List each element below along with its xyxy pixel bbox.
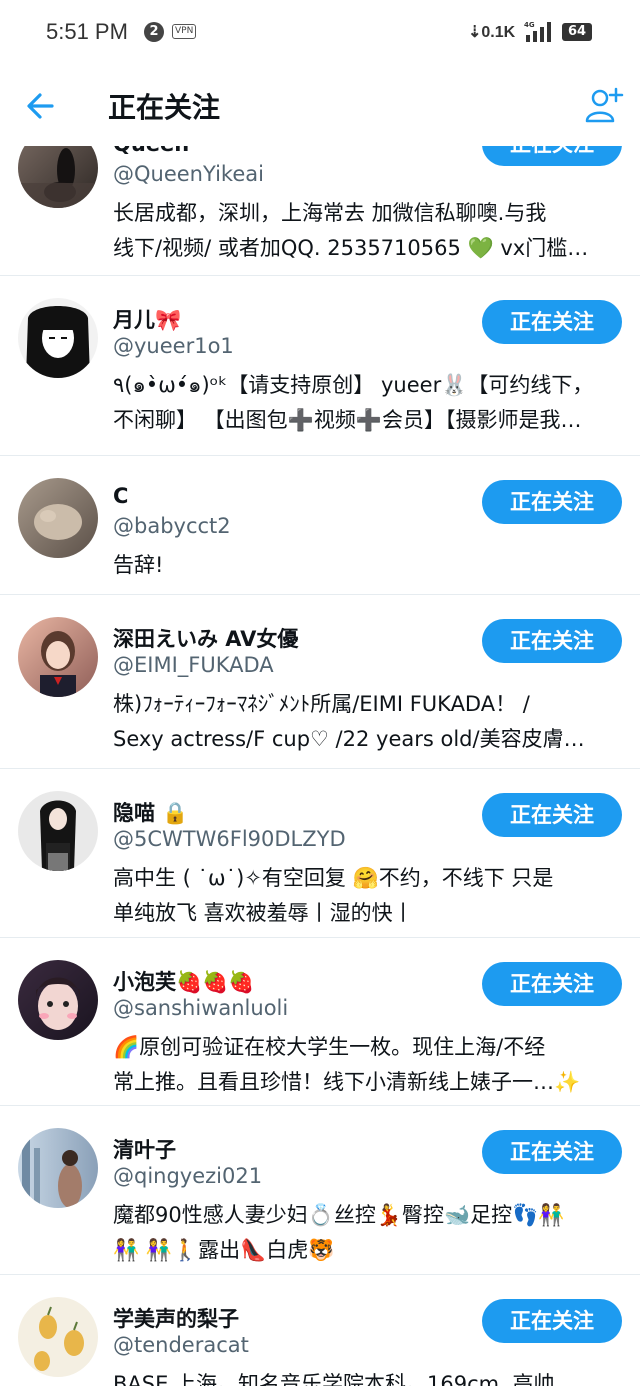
bio-line: 告辞! [113, 553, 164, 577]
bio-line: BASE 上海。知名音乐学院本科。169cm. 高帅 [113, 1372, 555, 1386]
user-handle[interactable]: @QueenYikeai [113, 162, 264, 186]
avatar[interactable] [18, 478, 98, 558]
avatar[interactable] [18, 617, 98, 697]
following-button[interactable]: 正在关注 [482, 619, 622, 663]
following-list[interactable]: Queen @QueenYikeai 长居成都，深圳，上海常去 加微信私聊噢.与… [0, 146, 640, 1386]
avatar[interactable] [18, 791, 98, 871]
user-name[interactable]: 学美声的梨子 [113, 1303, 239, 1333]
status-bar: 5:51 PM 2 VPN ⇣0.1K 4G 64 [0, 0, 640, 64]
user-bio: 魔都90性感人妻少妇💍丝控💃臀控🐋足控👣👫 👫 👫🚶露出👠白虎🐯 [113, 1198, 623, 1268]
page-title: 正在关注 [108, 91, 221, 124]
user-name[interactable]: C [113, 484, 128, 508]
avatar[interactable] [18, 1128, 98, 1208]
avatar[interactable] [18, 298, 98, 378]
bio-line: ٩(๑•̀ω•́๑)ᵒᵏ【请支持原创】 yueer🐰【可约线下， [113, 373, 594, 397]
status-time: 5:51 PM [46, 19, 128, 44]
user-bio: 告辞! [113, 548, 623, 583]
following-button[interactable]: 正在关注 [482, 480, 622, 524]
bio-line: 线下/视频/ 或者加QQ. 2535710565 💚 vx门槛… [113, 236, 589, 260]
user-handle[interactable]: @sanshiwanluoli [113, 996, 288, 1020]
user-name[interactable]: 清叶子 [113, 1134, 176, 1164]
user-bio: 株)ﾌｫｰﾃｨｰﾌｫｰﾏﾈｼﾞﾒﾝﾄ所属/EIMI FUKADA！ / Sexy… [113, 687, 623, 757]
user-handle[interactable]: @tenderacat [113, 1333, 249, 1357]
notification-count-badge: 2 [144, 22, 164, 42]
bio-line: 🌈原创可验证在校大学生一枚。现住上海/不经 [113, 1035, 546, 1059]
following-button[interactable]: 正在关注 [482, 146, 622, 166]
user-handle[interactable]: @babycct2 [113, 514, 231, 538]
user-name[interactable]: 隐喵 🔒 [113, 797, 188, 827]
user-handle[interactable]: @5CWTW6Fl90DLZYD [113, 827, 346, 851]
following-button[interactable]: 正在关注 [482, 300, 622, 344]
user-bio: 高中生 ( ˙ω˙)✧有空回复 🤗不约，不线下 只是 单纯放飞 喜欢被羞辱丨湿的… [113, 861, 623, 931]
user-bio: 🌈原创可验证在校大学生一枚。现住上海/不经 常上推。且看且珍惜！线下小清新线上婊… [113, 1030, 623, 1100]
user-handle[interactable]: @EIMI_FUKADA [113, 653, 274, 677]
battery-icon: 64 [562, 23, 592, 41]
user-handle[interactable]: @yueer1o1 [113, 334, 234, 358]
user-name[interactable]: 小泡芙🍓🍓🍓 [113, 966, 254, 996]
bio-line: 株)ﾌｫｰﾃｨｰﾌｫｰﾏﾈｼﾞﾒﾝﾄ所属/EIMI FUKADA！ / [113, 692, 530, 716]
signal-icon: 4G [524, 21, 551, 42]
following-button[interactable]: 正在关注 [482, 793, 622, 837]
following-button[interactable]: 正在关注 [482, 1299, 622, 1343]
user-name[interactable]: Queen [113, 146, 189, 156]
app-bar: 正在关注 [0, 64, 640, 146]
avatar[interactable] [18, 146, 98, 208]
bio-line: 常上推。且看且珍惜！线下小清新线上婊子一…✨ [113, 1070, 581, 1094]
vpn-icon: VPN [172, 24, 197, 39]
bio-line: 单纯放飞 喜欢被羞辱丨湿的快丨 [113, 901, 414, 925]
bio-line: 高中生 ( ˙ω˙)✧有空回复 🤗不约，不线下 只是 [113, 866, 554, 890]
user-bio: ٩(๑•̀ω•́๑)ᵒᵏ【请支持原创】 yueer🐰【可约线下， 不闲聊】 【出… [113, 368, 623, 438]
bio-line: 👫 👫🚶露出👠白虎🐯 [113, 1238, 335, 1262]
list-item-user[interactable]: C @babycct2 告辞! 正在关注 [0, 456, 640, 595]
network-speed: ⇣0.1K [468, 24, 516, 41]
add-user-icon[interactable] [584, 86, 624, 126]
bio-line: Sexy actress/F cup♡ /22 years old/美容皮膚… [113, 727, 585, 751]
user-bio: 长居成都，深圳，上海常去 加微信私聊噢.与我 线下/视频/ 或者加QQ. 253… [113, 196, 623, 266]
list-item-user[interactable]: 清叶子 @qingyezi021 魔都90性感人妻少妇💍丝控💃臀控🐋足控👣👫 👫… [0, 1106, 640, 1275]
user-name[interactable]: 深田えいみ AV女優 [113, 623, 298, 653]
bio-line: 不闲聊】 【出图包➕视频➕会员】【摄影师是我… [113, 408, 582, 432]
avatar[interactable] [18, 960, 98, 1040]
bio-line: 魔都90性感人妻少妇💍丝控💃臀控🐋足控👣👫 [113, 1203, 565, 1227]
list-item-user[interactable]: Queen @QueenYikeai 长居成都，深圳，上海常去 加微信私聊噢.与… [0, 146, 640, 276]
user-name[interactable]: 月儿🎀 [113, 304, 181, 334]
arrow-left-icon[interactable] [22, 88, 62, 124]
list-item-user[interactable]: 月儿🎀 @yueer1o1 ٩(๑•̀ω•́๑)ᵒᵏ【请支持原创】 yueer🐰… [0, 276, 640, 456]
list-item-user[interactable]: 隐喵 🔒 @5CWTW6Fl90DLZYD 高中生 ( ˙ω˙)✧有空回复 🤗不… [0, 769, 640, 938]
network-type-label: 4G [524, 21, 535, 29]
avatar[interactable] [18, 1297, 98, 1377]
following-button[interactable]: 正在关注 [482, 1130, 622, 1174]
following-button[interactable]: 正在关注 [482, 962, 622, 1006]
list-item-user[interactable]: 小泡芙🍓🍓🍓 @sanshiwanluoli 🌈原创可验证在校大学生一枚。现住上… [0, 938, 640, 1106]
network-speed-value: 0.1K [481, 24, 516, 41]
list-item-user[interactable]: 深田えいみ AV女優 @EIMI_FUKADA 株)ﾌｫｰﾃｨｰﾌｫｰﾏﾈｼﾞﾒ… [0, 595, 640, 769]
list-item-user[interactable]: 学美声的梨子 @tenderacat BASE 上海。知名音乐学院本科。169c… [0, 1275, 640, 1386]
user-bio: BASE 上海。知名音乐学院本科。169cm. 高帅 [113, 1367, 623, 1386]
user-handle[interactable]: @qingyezi021 [113, 1164, 262, 1188]
bio-line: 长居成都，深圳，上海常去 加微信私聊噢.与我 [113, 201, 547, 225]
